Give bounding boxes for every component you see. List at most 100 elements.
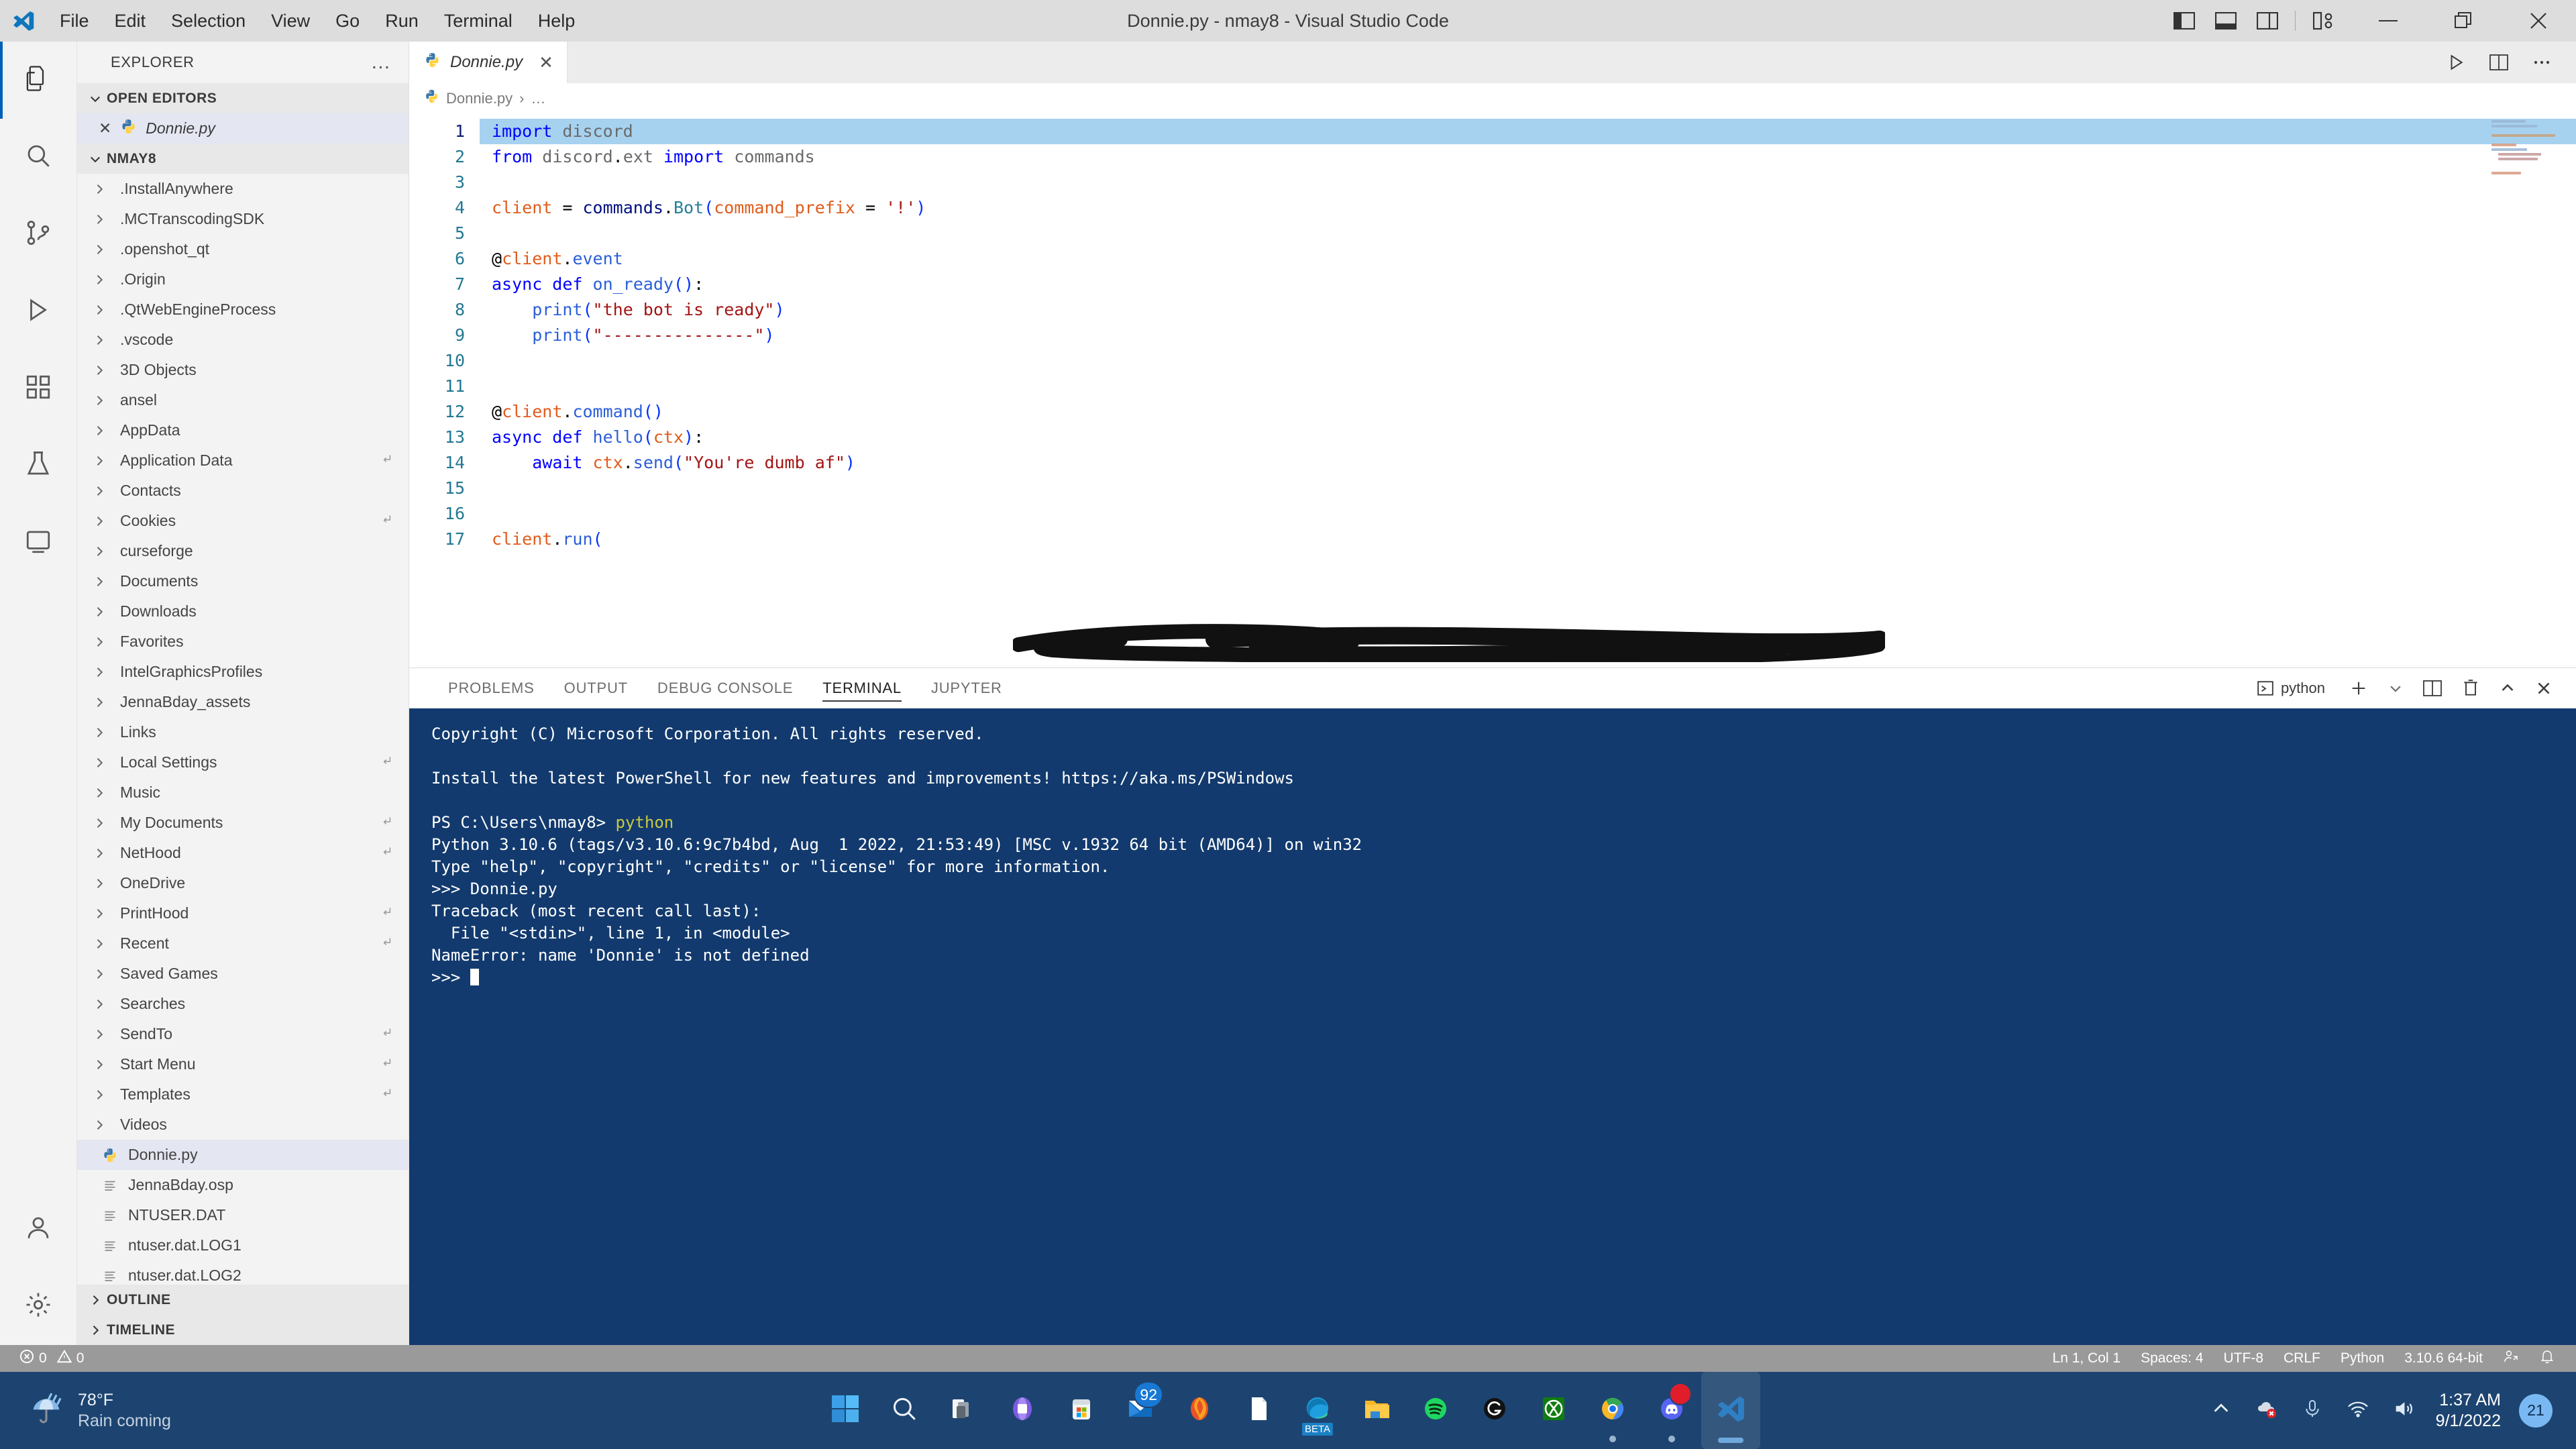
panel-tab-problems[interactable]: PROBLEMS: [433, 668, 549, 708]
tree-item-folder[interactable]: Local Settings: [77, 747, 409, 777]
tree-item-file[interactable]: JennaBday.osp: [77, 1170, 409, 1200]
terminal-selector[interactable]: python: [2249, 668, 2337, 708]
toggle-panel-icon[interactable]: [2206, 0, 2245, 42]
section-timeline[interactable]: TIMELINE: [77, 1315, 409, 1345]
toggle-secondary-sidebar-icon[interactable]: [2248, 0, 2287, 42]
close-icon[interactable]: ✕: [99, 119, 111, 138]
terminal-dropdown-icon[interactable]: [2380, 668, 2411, 708]
tree-item-folder[interactable]: .openshot_qt: [77, 234, 409, 264]
panel-tab-output[interactable]: OUTPUT: [549, 668, 643, 708]
section-folder-nmay8[interactable]: NMAY8: [77, 144, 409, 174]
panel-tab-terminal[interactable]: TERMINAL: [808, 668, 916, 708]
editor-tab-donnie[interactable]: Donnie.py ✕: [409, 42, 568, 83]
sidebar-more-actions-icon[interactable]: …: [370, 58, 400, 66]
microphone-button[interactable]: [2290, 1372, 2335, 1449]
activitybar-item-source-control[interactable]: [0, 196, 77, 273]
taskbar-discord-button[interactable]: [1642, 1372, 1701, 1449]
tree-item-file[interactable]: ntuser.dat.LOG1: [77, 1230, 409, 1260]
tree-item-folder[interactable]: .InstallAnywhere: [77, 174, 409, 204]
new-terminal-icon[interactable]: [2341, 668, 2376, 708]
taskbar-logitech-g-button[interactable]: [1465, 1372, 1524, 1449]
taskbar-xbox-button[interactable]: [1524, 1372, 1583, 1449]
taskbar-spotify-button[interactable]: [1406, 1372, 1465, 1449]
maximize-panel-icon[interactable]: [2491, 668, 2524, 708]
menu-help[interactable]: Help: [525, 7, 588, 36]
tree-item-folder[interactable]: Videos: [77, 1110, 409, 1140]
taskbar-task-view-button[interactable]: [934, 1372, 993, 1449]
tree-item-file[interactable]: ntuser.dat.LOG2: [77, 1260, 409, 1285]
status-python-interpreter[interactable]: 3.10.6 64-bit: [2394, 1345, 2493, 1372]
taskbar-weather-widget[interactable]: 78°F Rain coming: [0, 1389, 171, 1432]
minimize-button[interactable]: [2351, 0, 2426, 42]
menu-file[interactable]: File: [47, 7, 102, 36]
activitybar-item-testing[interactable]: [0, 427, 77, 504]
menu-selection[interactable]: Selection: [158, 7, 258, 36]
code-editor[interactable]: 1234567891011121314151617 import discord…: [409, 113, 2576, 667]
show-hidden-icons-button[interactable]: [2198, 1372, 2244, 1449]
taskbar-edge-beta-button[interactable]: BETA: [1288, 1372, 1347, 1449]
status-feedback[interactable]: [2493, 1345, 2529, 1372]
tree-item-folder[interactable]: .QtWebEngineProcess: [77, 294, 409, 325]
activitybar-item-accounts[interactable]: [0, 1191, 77, 1268]
tree-item-folder[interactable]: Favorites: [77, 627, 409, 657]
tree-item-folder[interactable]: Recent: [77, 928, 409, 959]
taskbar-mail-button[interactable]: 92: [1111, 1372, 1170, 1449]
tree-item-folder[interactable]: SendTo: [77, 1019, 409, 1049]
tree-item-folder[interactable]: Cookies: [77, 506, 409, 536]
tree-item-folder[interactable]: JennaBday_assets: [77, 687, 409, 717]
tree-item-folder[interactable]: PrintHood: [77, 898, 409, 928]
activitybar-item-search[interactable]: [0, 119, 77, 196]
status-problems[interactable]: 0 0: [9, 1345, 94, 1372]
menu-run[interactable]: Run: [372, 7, 431, 36]
taskbar-start-button[interactable]: [816, 1372, 875, 1449]
tree-item-folder[interactable]: Documents: [77, 566, 409, 596]
tree-item-folder[interactable]: Music: [77, 777, 409, 808]
menu-edit[interactable]: Edit: [102, 7, 159, 36]
notification-center-button[interactable]: 21: [2513, 1372, 2559, 1449]
breadcrumb-item-symbols[interactable]: …: [531, 90, 545, 107]
taskbar-vscode-button[interactable]: [1701, 1372, 1760, 1449]
tree-item-folder[interactable]: Downloads: [77, 596, 409, 627]
tree-item-folder[interactable]: OneDrive: [77, 868, 409, 898]
panel-tab-jupyter[interactable]: JUPYTER: [916, 668, 1017, 708]
status-cursor-position[interactable]: Ln 1, Col 1: [2043, 1345, 2131, 1372]
kill-terminal-icon[interactable]: [2454, 668, 2487, 708]
close-panel-icon[interactable]: [2528, 668, 2560, 708]
tree-item-folder[interactable]: Contacts: [77, 476, 409, 506]
tree-item-folder[interactable]: ansel: [77, 385, 409, 415]
section-outline[interactable]: OUTLINE: [77, 1285, 409, 1315]
section-open-editors[interactable]: OPEN EDITORS: [77, 83, 409, 113]
onedrive-tray-button[interactable]: [2244, 1372, 2290, 1449]
close-button[interactable]: [2501, 0, 2576, 42]
menu-terminal[interactable]: Terminal: [431, 7, 525, 36]
restore-button[interactable]: [2426, 0, 2501, 42]
code-content[interactable]: import discord from discord.ext import c…: [480, 119, 2576, 552]
tree-item-folder[interactable]: .MCTranscodingSDK: [77, 204, 409, 234]
activitybar-item-run-and-debug[interactable]: [0, 273, 77, 350]
status-notifications[interactable]: [2529, 1345, 2565, 1372]
split-editor-icon[interactable]: [2481, 42, 2517, 83]
taskbar-clock[interactable]: 1:37 AM 9/1/2022: [2426, 1390, 2513, 1432]
network-button[interactable]: [2335, 1372, 2381, 1449]
tree-item-folder[interactable]: Searches: [77, 989, 409, 1019]
activitybar-item-manage[interactable]: [0, 1268, 77, 1345]
taskbar-search-button[interactable]: [875, 1372, 934, 1449]
activitybar-item-explorer[interactable]: [0, 42, 77, 119]
tree-item-folder[interactable]: NetHood: [77, 838, 409, 868]
status-encoding[interactable]: UTF-8: [2214, 1345, 2274, 1372]
taskbar-firefox-button[interactable]: [1170, 1372, 1229, 1449]
taskbar-widgets-button[interactable]: [993, 1372, 1052, 1449]
tree-item-folder[interactable]: IntelGraphicsProfiles: [77, 657, 409, 687]
tree-item-folder[interactable]: Start Menu: [77, 1049, 409, 1079]
tree-item-file[interactable]: NTUSER.DAT: [77, 1200, 409, 1230]
taskbar-microsoft-store-button[interactable]: [1052, 1372, 1111, 1449]
panel-tab-debug-console[interactable]: DEBUG CONSOLE: [643, 668, 808, 708]
toggle-primary-sidebar-icon[interactable]: [2165, 0, 2204, 42]
taskbar-file-explorer-button[interactable]: [1347, 1372, 1406, 1449]
terminal-output[interactable]: Copyright (C) Microsoft Corporation. All…: [409, 708, 2576, 1345]
tree-item-folder[interactable]: curseforge: [77, 536, 409, 566]
menu-go[interactable]: Go: [323, 7, 372, 36]
open-editor-item-donnie[interactable]: ✕ Donnie.py: [77, 113, 409, 144]
tree-item-folder[interactable]: .Origin: [77, 264, 409, 294]
tree-item-folder[interactable]: Links: [77, 717, 409, 747]
